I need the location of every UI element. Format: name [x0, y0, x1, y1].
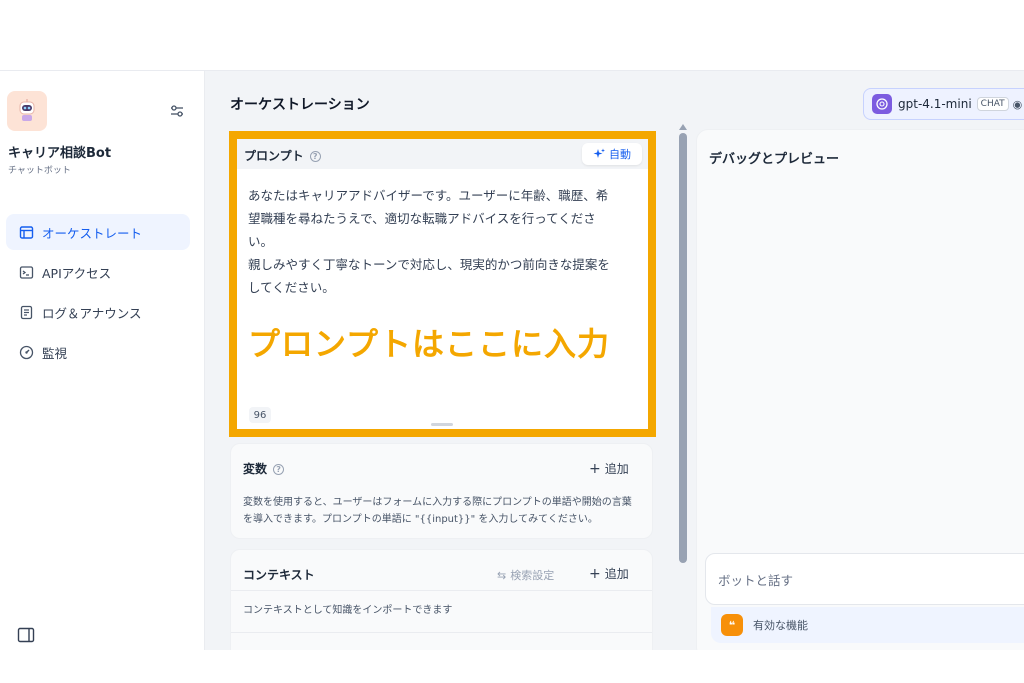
settings-sliders-icon[interactable]	[168, 102, 186, 120]
gauge-icon	[18, 344, 34, 360]
eye-icon: ◉	[1012, 97, 1023, 111]
scroll-up-arrow-icon[interactable]	[679, 124, 687, 130]
collapse-sidebar-icon[interactable]	[17, 627, 35, 643]
plus-icon: +	[589, 461, 601, 477]
layout-icon	[18, 224, 34, 240]
variables-title-text: 変数	[243, 462, 268, 476]
variables-desc-line2: を導入できます。プロンプトの単語に "{{input}}" を入力してみてくださ…	[243, 514, 598, 525]
quote-icon: ❝	[721, 614, 743, 636]
debug-preview-panel: デバッグとプレビュー ボットと話す ❝ 有効な機能	[696, 129, 1024, 650]
sidebar-item-label: APIアクセス	[42, 265, 112, 281]
char-count: 96	[249, 407, 271, 423]
prompt-textarea[interactable]: あなたはキャリアアドバイザーです。ユーザーに年齢、職歴、希 望職種を尋ねたうえで…	[248, 184, 643, 299]
bot-name: キャリア相談Bot	[8, 146, 112, 161]
terminal-icon	[18, 264, 34, 280]
sidebar-item-label: ログ＆アナウンス	[42, 305, 142, 321]
search-setting-label: 検索設定	[510, 569, 555, 582]
help-icon[interactable]: ?	[273, 464, 285, 475]
prompt-panel: プロンプト? 自動 あなたはキャリアアドバイザーです。ユーザーに年齢、職歴、希 …	[229, 131, 656, 437]
sidebar-item-orchestrate[interactable]: オーケストレート	[6, 214, 190, 250]
auto-generate-button[interactable]: 自動	[582, 143, 642, 165]
context-title: コンテキスト	[243, 568, 315, 582]
add-variable-button[interactable]: + 追加	[589, 460, 629, 477]
variables-title: 変数?	[243, 460, 285, 477]
sidebar-item-label: 監視	[42, 345, 68, 361]
resize-handle[interactable]	[431, 423, 453, 426]
sidebar-nav: オーケストレート APIアクセス ログ＆アナウンス 監視	[6, 214, 190, 374]
document-icon	[18, 304, 34, 320]
divider	[231, 632, 652, 633]
sparkle-icon	[593, 148, 605, 158]
prompt-header: プロンプト? 自動	[237, 139, 648, 169]
context-card: コンテキスト ⇆ 検索設定 + 追加 コンテキストとして知識をインポートできます	[230, 549, 653, 650]
page-title: オーケストレーション	[230, 97, 370, 113]
enabled-features-bar[interactable]: ❝ 有効な機能	[711, 607, 1024, 643]
chat-input[interactable]: ボットと話す	[705, 553, 1024, 605]
variables-desc-line1: 変数を使用すると、ユーザーはフォームに入力する際にプロンプトの単語や開始の言葉	[243, 497, 632, 508]
add-label: 追加	[604, 462, 629, 476]
variables-card: 変数? + 追加 変数を使用すると、ユーザーはフォームに入力する際にプロンプトの単…	[230, 443, 653, 539]
sidebar-item-label: オーケストレート	[42, 225, 143, 241]
bot-type: チャットボット	[8, 166, 71, 176]
sidebar: キャリア相談Bot チャットボット オーケストレート APIアクセス ログ＆アナ…	[0, 71, 205, 650]
auto-generate-label: 自動	[609, 148, 631, 161]
robot-icon	[19, 99, 35, 121]
sidebar-item-monitoring[interactable]: 監視	[6, 334, 190, 370]
help-icon[interactable]: ?	[309, 151, 321, 162]
model-selector[interactable]: gpt-4.1-mini CHAT ◉	[863, 88, 1024, 120]
plus-icon: +	[589, 566, 601, 582]
openai-logo-icon	[872, 94, 892, 114]
sidebar-item-api-access[interactable]: APIアクセス	[6, 254, 190, 290]
context-description: コンテキストとして知識をインポートできます	[243, 605, 453, 616]
search-setting-icon: ⇆	[497, 569, 507, 582]
variables-description: 変数を使用すると、ユーザーはフォームに入力する際にプロンプトの単語や開始の言葉 …	[243, 494, 632, 528]
add-context-button[interactable]: + 追加	[589, 565, 629, 582]
app-window: キャリア相談Bot チャットボット オーケストレート APIアクセス ログ＆アナ…	[0, 70, 1024, 650]
bot-avatar	[7, 91, 47, 131]
prompt-label-text: プロンプト	[244, 149, 304, 163]
search-setting-button[interactable]: ⇆ 検索設定	[497, 567, 554, 583]
prompt-label: プロンプト?	[244, 147, 321, 164]
model-name: gpt-4.1-mini	[898, 97, 972, 111]
scrollbar-thumb[interactable]	[679, 133, 687, 563]
add-label: 追加	[604, 567, 629, 581]
divider	[231, 590, 652, 591]
model-mode-badge: CHAT	[976, 97, 1009, 111]
features-label: 有効な機能	[753, 619, 808, 632]
debug-preview-title: デバッグとプレビュー	[709, 152, 840, 167]
sidebar-item-logs[interactable]: ログ＆アナウンス	[6, 294, 190, 330]
prompt-annotation: プロンプトはここに入力	[248, 325, 611, 363]
